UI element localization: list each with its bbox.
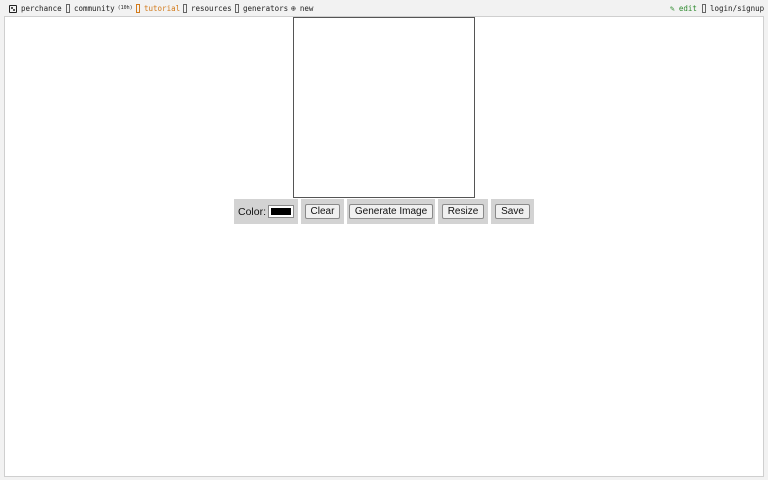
nav-tutorial-label: tutorial xyxy=(144,4,181,13)
nav-community-label: community xyxy=(74,4,115,13)
nav-brand-link[interactable]: perchance xyxy=(9,3,62,14)
top-navigation-bar: perchance community (10h) tutorial resou… xyxy=(0,0,768,16)
book-icon xyxy=(136,4,140,13)
color-swatch xyxy=(271,208,291,215)
clear-button[interactable]: Clear xyxy=(304,204,341,219)
generate-control: Generate Image xyxy=(347,199,435,224)
nav-new-label: new xyxy=(299,4,314,13)
book-icon xyxy=(183,4,187,13)
save-button[interactable]: Save xyxy=(495,204,530,219)
drawing-canvas[interactable] xyxy=(293,17,475,198)
community-count-badge: (10h) xyxy=(117,5,133,11)
nav-login-label: login/signup xyxy=(710,4,765,13)
nav-login-link[interactable]: login/signup xyxy=(702,3,764,14)
user-icon xyxy=(702,4,706,13)
color-label: Color: xyxy=(237,205,266,218)
nav-resources-link[interactable]: resources xyxy=(183,3,232,14)
resize-control: Resize xyxy=(438,199,488,224)
color-picker[interactable] xyxy=(268,205,294,218)
clear-control: Clear xyxy=(301,199,344,224)
nav-generators-link[interactable]: generators xyxy=(235,3,288,14)
dice-icon xyxy=(9,4,17,13)
chat-icon xyxy=(66,4,70,13)
resize-button[interactable]: Resize xyxy=(441,204,485,219)
nav-resources-label: resources xyxy=(191,4,232,13)
nav-community-link[interactable]: community (10h) xyxy=(66,3,133,14)
nav-edit-link[interactable]: ✎ edit xyxy=(670,3,697,14)
nav-generators-label: generators xyxy=(243,4,289,13)
grid-icon xyxy=(235,4,239,13)
save-control: Save xyxy=(491,199,534,224)
nav-new-link[interactable]: ⊕ new xyxy=(291,3,313,14)
nav-brand-label: perchance xyxy=(21,4,62,13)
plus-circle-icon: ⊕ xyxy=(291,3,296,13)
pencil-icon: ✎ xyxy=(670,3,675,13)
color-control: Color: xyxy=(234,199,298,224)
generate-image-button[interactable]: Generate Image xyxy=(348,204,434,219)
nav-edit-label: edit xyxy=(678,4,697,13)
nav-tutorial-link[interactable]: tutorial xyxy=(136,3,180,14)
